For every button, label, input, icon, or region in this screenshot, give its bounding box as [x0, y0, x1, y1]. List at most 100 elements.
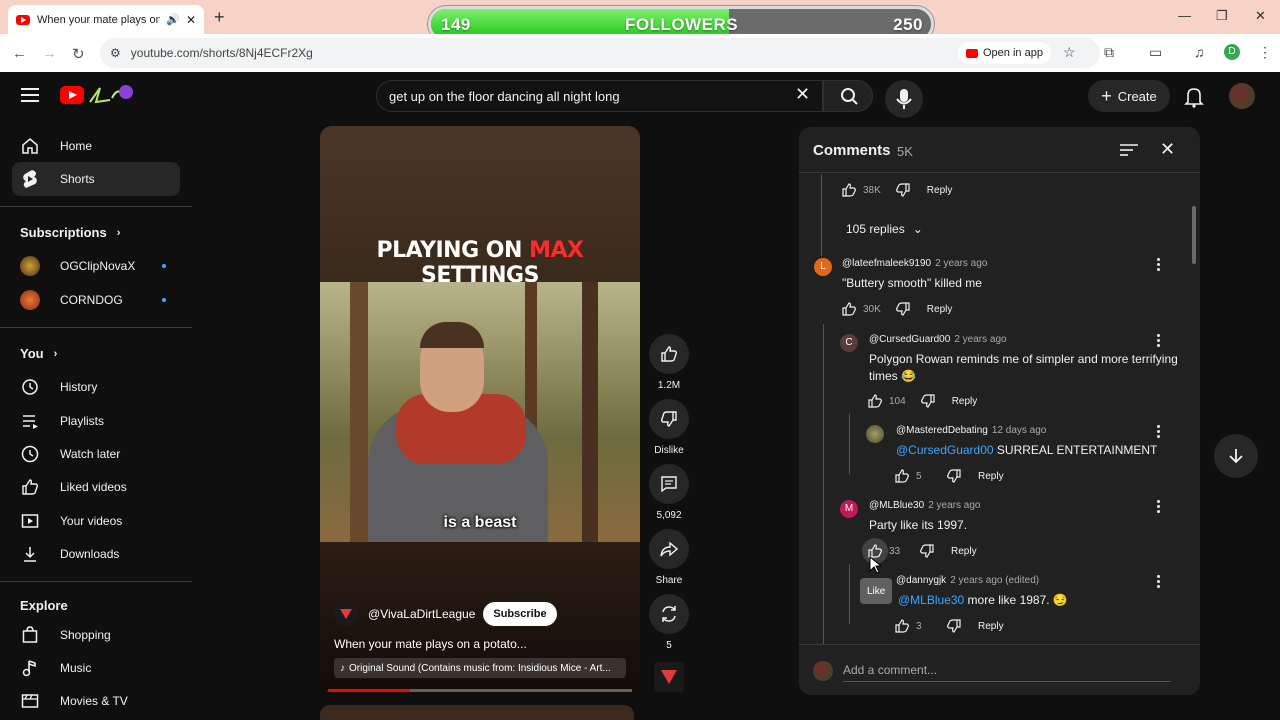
browser-profile-avatar[interactable]: D [1224, 44, 1240, 60]
thumbs-up-icon[interactable] [894, 468, 910, 484]
sidebar-item-liked-videos[interactable]: Liked videos [12, 470, 180, 504]
comment-author[interactable]: @MLBlue30 [869, 500, 924, 511]
comment-menu-icon[interactable] [1157, 258, 1161, 273]
comment-menu-icon[interactable] [1157, 575, 1161, 590]
channel-avatar[interactable] [334, 602, 358, 626]
youtube-logo[interactable] [60, 86, 84, 104]
mention-link[interactable]: @CursedGuard00 [896, 443, 994, 457]
comments-button[interactable] [649, 464, 689, 504]
channel-mini-avatar[interactable] [654, 662, 684, 692]
menu-icon[interactable] [21, 88, 39, 106]
sidebar-item-home[interactable]: Home [12, 129, 180, 163]
new-tab-icon[interactable]: + [214, 7, 225, 28]
comment-menu-icon[interactable] [1157, 500, 1161, 515]
sort-icon[interactable] [1119, 142, 1139, 158]
comment-menu-icon[interactable] [1157, 334, 1161, 349]
search-button[interactable] [823, 80, 873, 112]
sidebar-item-history[interactable]: History [12, 370, 180, 404]
dislike-button[interactable] [649, 399, 689, 439]
browser-tab[interactable]: When your mate plays on a potato... 🔊 ✕ [8, 5, 204, 34]
share-action[interactable]: Share [648, 529, 690, 586]
speaker-icon[interactable]: 🔊 [166, 13, 180, 26]
thumbs-down-icon[interactable] [946, 618, 962, 634]
comments-action[interactable]: 5,092 [648, 464, 690, 521]
sidebar-item-shorts[interactable]: Shorts [12, 162, 180, 196]
sidebar-item-your-videos[interactable]: Your videos [12, 504, 180, 538]
short-title[interactable]: When your mate plays on a potato... [334, 637, 527, 651]
sidebar-item-movies-tv[interactable]: Movies & TV [12, 684, 180, 718]
sound-link[interactable]: ♪ Original Sound (Contains music from: I… [334, 658, 626, 678]
reply-button[interactable]: Reply [978, 471, 1004, 482]
add-comment-input[interactable]: Add a comment... [843, 663, 1171, 682]
search-input[interactable] [389, 88, 769, 104]
sidebar-item-shopping[interactable]: Shopping [12, 618, 180, 652]
back-icon[interactable]: ← [12, 45, 27, 62]
sidebar-toggle-icon[interactable]: ▭ [1149, 44, 1162, 61]
scroll-down-button[interactable] [1214, 434, 1258, 478]
maximize-icon[interactable]: ❐ [1216, 8, 1228, 24]
site-info-icon[interactable]: ⚙ [110, 46, 121, 60]
sidebar-item-playlists[interactable]: Playlists [12, 404, 180, 438]
comment-author[interactable]: @dannygjk [896, 575, 946, 586]
voice-search-button[interactable] [885, 80, 923, 118]
sidebar-item-channel-corndog[interactable]: CORNDOG [12, 283, 180, 317]
browser-menu-icon[interactable]: ⋮ [1258, 44, 1272, 61]
comment-time[interactable]: 2 years ago [928, 500, 980, 511]
media-control-icon[interactable]: ♫ [1194, 44, 1205, 60]
sidebar-you-heading[interactable]: You › [20, 346, 57, 361]
forward-icon[interactable]: → [42, 45, 57, 62]
create-button[interactable]: + Create [1088, 80, 1170, 112]
like-action[interactable]: 1.2M [648, 334, 690, 391]
subscribe-button[interactable]: Subscribe [483, 602, 557, 626]
comment-author[interactable]: @MasteredDebating [896, 425, 988, 436]
reload-icon[interactable]: ↻ [72, 45, 85, 63]
thumbs-up-icon[interactable] [894, 618, 910, 634]
scrollbar-thumb[interactable] [1192, 206, 1196, 264]
sidebar-subscriptions-heading[interactable]: Subscriptions › [20, 225, 120, 240]
video-progress-bar[interactable] [328, 689, 632, 692]
comment-time[interactable]: 2 years ago (edited) [950, 575, 1039, 586]
next-short-preview[interactable] [320, 705, 634, 720]
sidebar-item-music[interactable]: Music [12, 651, 180, 685]
comment-author[interactable]: @CursedGuard00 [869, 334, 950, 345]
like-button[interactable] [649, 334, 689, 374]
thumbs-down-icon[interactable] [895, 182, 911, 198]
share-button[interactable] [649, 529, 689, 569]
thumbs-down-icon[interactable] [920, 393, 936, 409]
bookmark-star-icon[interactable]: ☆ [1063, 44, 1076, 61]
sidebar-item-channel-ogclipnovax[interactable]: OGClipNovaX [12, 249, 180, 283]
comment-time[interactable]: 2 years ago [935, 258, 987, 269]
thumbs-down-icon[interactable] [946, 468, 962, 484]
thumbs-up-icon[interactable] [841, 182, 857, 198]
reply-button[interactable]: Reply [927, 185, 953, 196]
close-comments-icon[interactable]: ✕ [1160, 139, 1175, 160]
comment-avatar[interactable]: C [840, 334, 858, 352]
sidebar-item-watch-later[interactable]: Watch later [12, 437, 180, 471]
reply-button[interactable]: Reply [978, 621, 1004, 632]
reply-button[interactable]: Reply [927, 304, 953, 315]
account-avatar[interactable] [1229, 83, 1255, 109]
remix-button[interactable] [649, 594, 689, 634]
thumbs-up-icon[interactable] [867, 393, 883, 409]
close-window-icon[interactable]: ✕ [1255, 8, 1266, 24]
sidebar-item-downloads[interactable]: Downloads [12, 537, 180, 571]
clear-search-icon[interactable]: ✕ [795, 84, 810, 105]
minimize-icon[interactable]: — [1178, 8, 1191, 23]
comment-avatar[interactable]: L [814, 258, 832, 276]
open-in-app-button[interactable]: Open in app [958, 42, 1051, 64]
comment-avatar[interactable]: M [840, 500, 858, 518]
url-field[interactable]: ⚙ youtube.com/shorts/8Nj4ECFr2Xg [100, 38, 1100, 68]
comment-time[interactable]: 12 days ago [992, 425, 1047, 436]
search-box[interactable] [376, 80, 823, 112]
thumbs-down-icon[interactable] [919, 543, 935, 559]
reply-button[interactable]: Reply [951, 546, 977, 557]
replies-toggle[interactable]: 105 replies ⌄ [846, 222, 923, 236]
remix-action[interactable]: 5 [648, 594, 690, 651]
dislike-action[interactable]: Dislike [648, 399, 690, 456]
channel-name[interactable]: @VivaLaDirtLeague [368, 607, 475, 621]
close-tab-icon[interactable]: ✕ [186, 13, 196, 27]
comment-author[interactable]: @lateefmaleek9190 [842, 258, 931, 269]
logo-doodle-icon[interactable] [86, 82, 136, 106]
comment-time[interactable]: 2 years ago [954, 334, 1006, 345]
thumbs-up-icon[interactable] [841, 301, 857, 317]
